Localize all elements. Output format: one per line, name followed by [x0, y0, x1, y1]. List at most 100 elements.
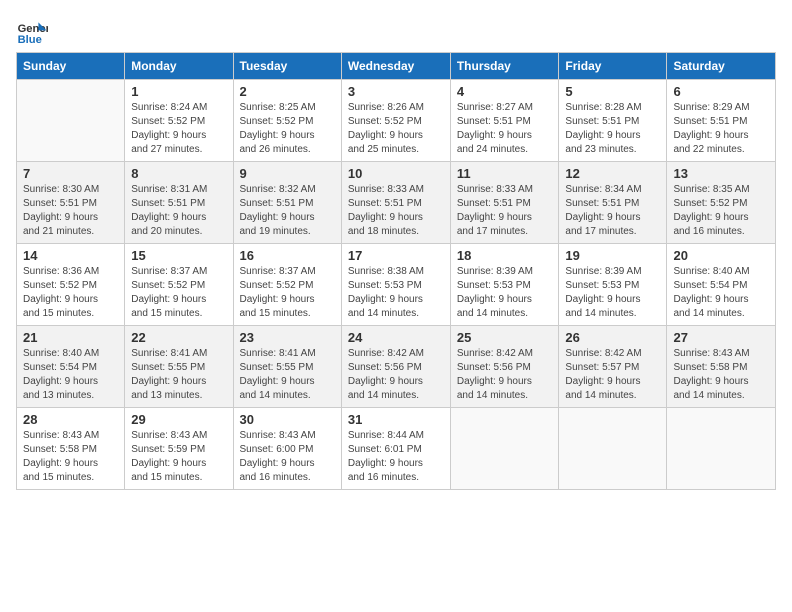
calendar-cell: 30Sunrise: 8:43 AM Sunset: 6:00 PM Dayli… — [233, 408, 341, 490]
weekday-header: Wednesday — [341, 53, 450, 80]
calendar-cell — [559, 408, 667, 490]
day-info: Sunrise: 8:43 AM Sunset: 5:59 PM Dayligh… — [131, 429, 226, 485]
calendar-header-row: SundayMondayTuesdayWednesdayThursdayFrid… — [17, 53, 776, 80]
day-info: Sunrise: 8:34 AM Sunset: 5:51 PM Dayligh… — [565, 183, 660, 239]
calendar-cell: 23 Sunrise: 8:41 AM Sunset: 5:55 PM Dayli… — [233, 326, 341, 408]
day-number: 9 — [240, 166, 335, 181]
weekday-header: Sunday — [17, 53, 125, 80]
day-number: 5 — [565, 84, 660, 99]
day-info: Sunrise: 8:33 AM Sunset: 5:51 PM Dayligh… — [457, 183, 553, 239]
day-number: 10 — [348, 166, 444, 181]
day-number: 28 — [23, 412, 118, 427]
calendar-cell: 7 Sunrise: 8:30 AM Sunset: 5:51 PM Daylig… — [17, 162, 125, 244]
calendar-cell: 26 Sunrise: 8:42 AM Sunset: 5:57 PM Dayli… — [559, 326, 667, 408]
day-number: 25 — [457, 330, 553, 345]
calendar-cell: 17 Sunrise: 8:38 AM Sunset: 5:53 PM Dayli… — [341, 244, 450, 326]
day-info: Sunrise: 8:41 AM Sunset: 5:55 PM Dayligh… — [240, 347, 335, 403]
calendar-cell: 24 Sunrise: 8:42 AM Sunset: 5:56 PM Dayli… — [341, 326, 450, 408]
day-info: Sunrise: 8:26 AM Sunset: 5:52 PM Dayligh… — [348, 101, 444, 157]
day-info: Sunrise: 8:42 AM Sunset: 5:57 PM Dayligh… — [565, 347, 660, 403]
day-number: 8 — [131, 166, 226, 181]
calendar-cell — [450, 408, 559, 490]
day-info: Sunrise: 8:25 AM Sunset: 5:52 PM Dayligh… — [240, 101, 335, 157]
day-info: Sunrise: 8:31 AM Sunset: 5:51 PM Dayligh… — [131, 183, 226, 239]
calendar-cell: 15 Sunrise: 8:37 AM Sunset: 5:52 PM Dayli… — [125, 244, 233, 326]
calendar-cell: 19Sunrise: 8:39 AM Sunset: 5:53 PM Dayli… — [559, 244, 667, 326]
day-info: Sunrise: 8:43 AM Sunset: 5:58 PM Dayligh… — [23, 429, 118, 485]
day-info: Sunrise: 8:43 AM Sunset: 5:58 PM Dayligh… — [673, 347, 769, 403]
day-number: 12 — [565, 166, 660, 181]
calendar-cell: 11 Sunrise: 8:33 AM Sunset: 5:51 PM Dayli… — [450, 162, 559, 244]
day-number: 17 — [348, 248, 444, 263]
calendar-cell: 14Sunrise: 8:36 AM Sunset: 5:52 PM Dayli… — [17, 244, 125, 326]
day-info: Sunrise: 8:42 AM Sunset: 5:56 PM Dayligh… — [457, 347, 553, 403]
weekday-header: Monday — [125, 53, 233, 80]
day-info: Sunrise: 8:38 AM Sunset: 5:53 PM Dayligh… — [348, 265, 444, 321]
calendar-cell: 10 Sunrise: 8:33 AM Sunset: 5:51 PM Dayli… — [341, 162, 450, 244]
calendar-week-row: 21 Sunrise: 8:40 AM Sunset: 5:54 PM Dayli… — [17, 326, 776, 408]
day-number: 24 — [348, 330, 444, 345]
day-info: Sunrise: 8:24 AM Sunset: 5:52 PM Dayligh… — [131, 101, 226, 157]
calendar-week-row: 14Sunrise: 8:36 AM Sunset: 5:52 PM Dayli… — [17, 244, 776, 326]
day-info: Sunrise: 8:33 AM Sunset: 5:51 PM Dayligh… — [348, 183, 444, 239]
day-number: 31 — [348, 412, 444, 427]
day-number: 3 — [348, 84, 444, 99]
day-number: 19 — [565, 248, 660, 263]
calendar-cell: 29 Sunrise: 8:43 AM Sunset: 5:59 PM Dayli… — [125, 408, 233, 490]
logo-icon: General Blue — [16, 16, 48, 48]
day-number: 14 — [23, 248, 118, 263]
day-number: 15 — [131, 248, 226, 263]
calendar-cell: 8 Sunrise: 8:31 AM Sunset: 5:51 PM Daylig… — [125, 162, 233, 244]
calendar-cell: 28 Sunrise: 8:43 AM Sunset: 5:58 PM Dayli… — [17, 408, 125, 490]
calendar-cell: 6 Sunrise: 8:29 AM Sunset: 5:51 PM Daylig… — [667, 80, 776, 162]
day-info: Sunrise: 8:28 AM Sunset: 5:51 PM Dayligh… — [565, 101, 660, 157]
calendar-week-row: 28 Sunrise: 8:43 AM Sunset: 5:58 PM Dayli… — [17, 408, 776, 490]
day-number: 13 — [673, 166, 769, 181]
day-number: 27 — [673, 330, 769, 345]
day-number: 23 — [240, 330, 335, 345]
calendar-cell: 12 Sunrise: 8:34 AM Sunset: 5:51 PM Dayli… — [559, 162, 667, 244]
calendar-cell: 20Sunrise: 8:40 AM Sunset: 5:54 PM Dayli… — [667, 244, 776, 326]
day-info: Sunrise: 8:41 AM Sunset: 5:55 PM Dayligh… — [131, 347, 226, 403]
day-number: 16 — [240, 248, 335, 263]
calendar-cell: 22Sunrise: 8:41 AM Sunset: 5:55 PM Dayli… — [125, 326, 233, 408]
day-number: 1 — [131, 84, 226, 99]
day-number: 18 — [457, 248, 553, 263]
day-number: 7 — [23, 166, 118, 181]
day-info: Sunrise: 8:37 AM Sunset: 5:52 PM Dayligh… — [240, 265, 335, 321]
calendar-table: SundayMondayTuesdayWednesdayThursdayFrid… — [16, 52, 776, 490]
calendar-week-row: 1 Sunrise: 8:24 AM Sunset: 5:52 PM Daylig… — [17, 80, 776, 162]
calendar-cell — [667, 408, 776, 490]
header: General Blue — [16, 16, 776, 48]
calendar-cell: 16 Sunrise: 8:37 AM Sunset: 5:52 PM Dayli… — [233, 244, 341, 326]
day-number: 26 — [565, 330, 660, 345]
day-number: 2 — [240, 84, 335, 99]
day-number: 6 — [673, 84, 769, 99]
day-info: Sunrise: 8:40 AM Sunset: 5:54 PM Dayligh… — [23, 347, 118, 403]
calendar-cell: 3 Sunrise: 8:26 AM Sunset: 5:52 PM Daylig… — [341, 80, 450, 162]
day-info: Sunrise: 8:44 AM Sunset: 6:01 PM Dayligh… — [348, 429, 444, 485]
calendar-cell: 27 Sunrise: 8:43 AM Sunset: 5:58 PM Dayli… — [667, 326, 776, 408]
day-info: Sunrise: 8:40 AM Sunset: 5:54 PM Dayligh… — [673, 265, 769, 321]
day-number: 21 — [23, 330, 118, 345]
day-info: Sunrise: 8:30 AM Sunset: 5:51 PM Dayligh… — [23, 183, 118, 239]
calendar-cell: 5 Sunrise: 8:28 AM Sunset: 5:51 PM Daylig… — [559, 80, 667, 162]
weekday-header: Saturday — [667, 53, 776, 80]
calendar-cell: 2 Sunrise: 8:25 AM Sunset: 5:52 PM Daylig… — [233, 80, 341, 162]
calendar-cell: 31 Sunrise: 8:44 AM Sunset: 6:01 PM Dayli… — [341, 408, 450, 490]
day-info: Sunrise: 8:37 AM Sunset: 5:52 PM Dayligh… — [131, 265, 226, 321]
calendar-cell: 4Sunrise: 8:27 AM Sunset: 5:51 PM Daylig… — [450, 80, 559, 162]
calendar-cell: 18Sunrise: 8:39 AM Sunset: 5:53 PM Dayli… — [450, 244, 559, 326]
weekday-header: Thursday — [450, 53, 559, 80]
day-info: Sunrise: 8:43 AM Sunset: 6:00 PM Dayligh… — [240, 429, 335, 485]
calendar-cell: 25 Sunrise: 8:42 AM Sunset: 5:56 PM Dayli… — [450, 326, 559, 408]
day-info: Sunrise: 8:42 AM Sunset: 5:56 PM Dayligh… — [348, 347, 444, 403]
calendar-cell: 1 Sunrise: 8:24 AM Sunset: 5:52 PM Daylig… — [125, 80, 233, 162]
day-number: 29 — [131, 412, 226, 427]
calendar-cell: 13Sunrise: 8:35 AM Sunset: 5:52 PM Dayli… — [667, 162, 776, 244]
day-info: Sunrise: 8:29 AM Sunset: 5:51 PM Dayligh… — [673, 101, 769, 157]
calendar-week-row: 7 Sunrise: 8:30 AM Sunset: 5:51 PM Daylig… — [17, 162, 776, 244]
svg-text:Blue: Blue — [18, 34, 42, 46]
day-number: 4 — [457, 84, 553, 99]
day-number: 11 — [457, 166, 553, 181]
